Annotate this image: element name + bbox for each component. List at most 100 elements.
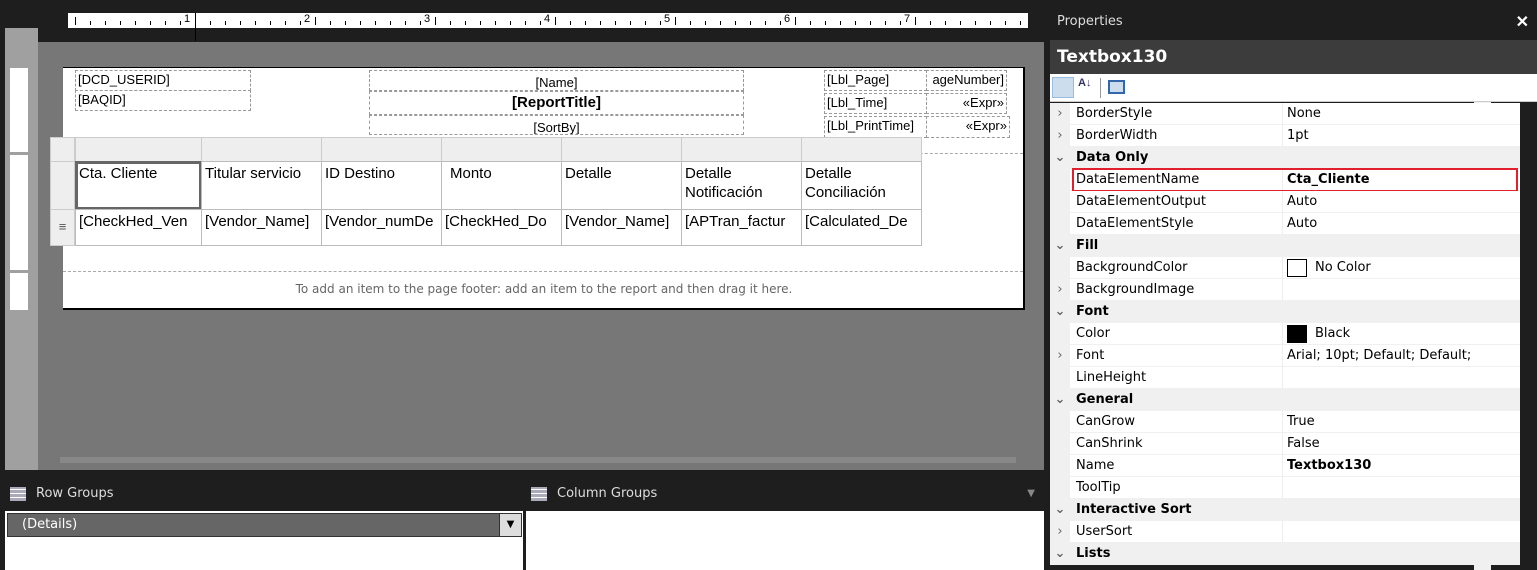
property-name: Font [1076,348,1105,363]
details-group[interactable]: (Details) ▼ [7,513,522,537]
property-row-backgroundimage[interactable]: › BackgroundImage [1050,279,1520,301]
property-row-tooltip[interactable]: ToolTip [1050,477,1520,499]
table-data-cell[interactable]: [CheckHed_Do [441,209,562,246]
property-name: BorderWidth [1076,128,1158,143]
property-row-fill[interactable]: ⌄ Fill [1050,235,1520,257]
property-row-dataelementstyle[interactable]: DataElementStyle Auto [1050,213,1520,235]
property-value[interactable]: Auto [1287,213,1317,235]
close-icon[interactable]: ✕ [1516,12,1529,32]
property-row-data-only[interactable]: ⌄ Data Only [1050,147,1520,169]
property-value[interactable]: Auto [1287,191,1317,213]
column-handle[interactable] [201,137,322,162]
property-row-borderstyle[interactable]: › BorderStyle None [1050,103,1520,125]
expand-icon[interactable]: ⌄ [1050,499,1070,521]
expand-icon[interactable]: ⌄ [1050,389,1070,411]
table-header-cell[interactable]: ID Destino [321,161,442,210]
property-value[interactable]: 1pt [1287,125,1309,147]
color-swatch [1287,325,1307,343]
table-header-cell[interactable]: Titular servicio [201,161,322,210]
column-handle[interactable] [561,137,682,162]
property-row-font[interactable]: ›FontArial; 10pt; Default; Default; Defa… [1050,345,1520,385]
property-value[interactable]: Black [1287,323,1350,345]
ruler-tick [135,21,136,25]
table-corner-handle[interactable] [50,137,75,162]
column-handle[interactable] [681,137,802,162]
property-value[interactable]: Cta_Cliente [1287,169,1370,191]
table-data-cell[interactable]: [Vendor_numDe [321,209,442,246]
ruler-tick [150,21,151,25]
table-header-cell[interactable]: Detalle Notificación [681,161,802,210]
property-value-text: Cta_Cliente [1287,172,1370,187]
header-field[interactable]: [SortBy] [369,115,744,135]
table-header-cell[interactable]: Detalle Conciliación [801,161,922,210]
header-value[interactable]: ageNumber] [926,70,1007,91]
alphabetical-sort-icon[interactable]: A↓ [1078,77,1091,89]
header-field[interactable]: [DCD_USERID] [75,70,251,91]
table-data-cell[interactable]: [Vendor_Name] [561,209,682,246]
column-handle[interactable] [801,137,922,162]
expand-icon[interactable]: › [1050,345,1070,367]
property-row-cangrow[interactable]: CanGrow True [1050,411,1520,433]
property-value[interactable]: False [1287,433,1320,455]
property-row-color[interactable]: Color Black [1050,323,1520,345]
header-label[interactable]: [Lbl_Time] [824,93,927,114]
ruler-tick [840,21,841,25]
horizontal-scrollbar[interactable] [60,457,1016,463]
ruler-tick [495,21,496,25]
column-handle[interactable] [75,137,202,162]
property-value[interactable]: None [1287,103,1321,125]
details-row-handle[interactable]: ≡ [50,209,75,246]
property-row-dataelementoutput[interactable]: DataElementOutput Auto [1050,191,1520,213]
ruler-tick [750,21,751,25]
row-handle[interactable] [50,161,75,210]
table-data-cell[interactable]: [CheckHed_Ven [75,209,202,246]
header-value[interactable]: «Expr» [926,93,1007,114]
property-pages-icon[interactable] [1108,80,1125,94]
table-data-cell[interactable]: [Calculated_De [801,209,922,246]
property-value-text: Black [1315,326,1351,341]
property-row-lists[interactable]: ⌄ Lists [1050,543,1520,565]
header-field[interactable]: [ReportTitle] [369,91,744,115]
dropdown-arrow-icon[interactable]: ▼ [499,514,521,536]
property-row-name[interactable]: Name Textbox130 [1050,455,1520,477]
expand-icon[interactable]: › [1050,103,1070,125]
property-row-canshrink[interactable]: CanShrink False [1050,433,1520,455]
expand-icon[interactable]: ⌄ [1050,235,1070,257]
property-value[interactable]: No Color [1287,257,1371,279]
expand-icon[interactable]: › [1050,125,1070,147]
table-header-cell[interactable]: Detalle [561,161,682,210]
property-row-interactive-sort[interactable]: ⌄ Interactive Sort [1050,499,1520,521]
property-row-dataelementname[interactable]: DataElementName Cta_Cliente [1050,168,1520,192]
header-label[interactable]: [Lbl_Page] [824,70,927,91]
column-groups-label: Column Groups [557,486,658,501]
ruler-tick [570,21,571,25]
column-handle[interactable] [441,137,562,162]
property-value[interactable]: Textbox130 [1287,455,1371,477]
header-label[interactable]: [Lbl_PrintTime] [824,116,927,138]
expand-icon [1050,477,1070,499]
dropdown-arrow-icon[interactable]: ▼ [1027,478,1035,510]
property-row-lineheight[interactable]: LineHeight [1050,367,1520,389]
table-header-cell[interactable]: Monto [441,161,562,210]
property-name: CanGrow [1076,414,1136,429]
property-row-font[interactable]: ⌄ Font [1050,301,1520,323]
categorized-icon[interactable] [1052,77,1074,98]
table-header-cell[interactable]: Cta. Cliente [75,161,202,210]
expand-icon[interactable]: ⌄ [1050,301,1070,323]
header-field[interactable]: [Name] [369,70,744,91]
property-row-usersort[interactable]: › UserSort [1050,521,1520,543]
header-value[interactable]: «Expr» [926,116,1010,138]
property-value[interactable]: True [1287,411,1315,433]
expand-icon[interactable]: ⌄ [1050,147,1070,169]
property-value-text: No Color [1315,260,1371,275]
expand-icon[interactable]: ⌄ [1050,543,1070,565]
property-row-borderwidth[interactable]: › BorderWidth 1pt [1050,125,1520,147]
property-row-backgroundcolor[interactable]: BackgroundColor No Color [1050,257,1520,279]
table-data-cell[interactable]: [APTran_factur [681,209,802,246]
expand-icon[interactable]: › [1050,279,1070,301]
column-handle[interactable] [321,137,442,162]
header-field[interactable]: [BAQID] [75,90,251,111]
table-data-cell[interactable]: [Vendor_Name] [201,209,322,246]
expand-icon[interactable]: › [1050,521,1070,543]
property-row-general[interactable]: ⌄ General [1050,389,1520,411]
